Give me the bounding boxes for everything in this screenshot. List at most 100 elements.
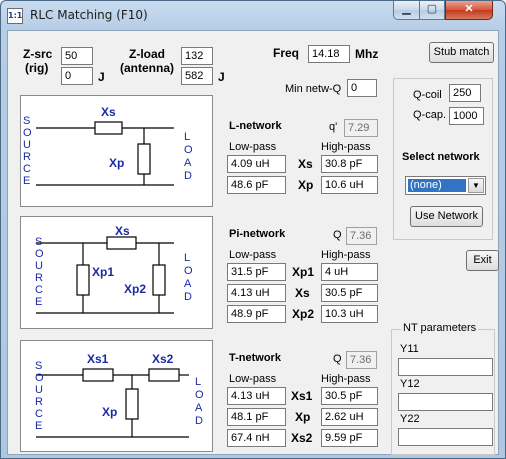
freq-label: Freq: [273, 46, 300, 60]
load-letter: L: [184, 252, 190, 264]
source-letter: O: [35, 372, 44, 384]
pi-xs-lowpass[interactable]: 4.13 uH: [227, 284, 286, 302]
l-xp-lowpass[interactable]: 48.6 pF: [227, 176, 286, 194]
load-letter: L: [184, 131, 190, 143]
l-xp-highpass[interactable]: 10.6 uH: [321, 176, 378, 194]
source-letter: E: [35, 296, 42, 308]
source-letter: S: [35, 360, 42, 372]
source-letters: S O U R C E: [35, 360, 44, 432]
load-letter: L: [195, 376, 201, 388]
l-lowpass-header: Low-pass: [229, 141, 277, 153]
t-xs2-highpass[interactable]: 9.59 pF: [321, 429, 378, 447]
t-network-schematic: Xs1 Xs2 Xp S O U R C E L O A D: [20, 340, 213, 452]
min-q-label: Min netw-Q: [285, 83, 342, 95]
exit-button[interactable]: Exit: [466, 250, 499, 271]
minimize-button[interactable]: ▁: [393, 1, 420, 20]
y22-field[interactable]: [398, 428, 493, 446]
l-diagram-xp-label: Xp: [109, 156, 124, 170]
zload-j-input[interactable]: 582: [181, 67, 213, 85]
pi-xs-highpass[interactable]: 30.5 pF: [321, 284, 378, 302]
pi-lowpass-header: Low-pass: [229, 249, 277, 261]
pi-highpass-header: High-pass: [321, 249, 371, 261]
load-letter: D: [184, 170, 192, 182]
source-letter: U: [35, 260, 43, 272]
source-letters: S O U R C E: [35, 236, 44, 308]
nt-parameters-title: NT parameters: [401, 322, 479, 334]
l-xs-lowpass[interactable]: 4.09 uH: [227, 155, 286, 173]
pi-xp2-highpass[interactable]: 10.3 uH: [321, 305, 378, 323]
freq-input[interactable]: 14.18: [308, 45, 350, 63]
maximize-button[interactable]: ▢: [419, 1, 445, 20]
load-letter: D: [184, 291, 192, 303]
l-diagram-xs-label: Xs: [101, 105, 116, 119]
window-title: RLC Matching (F10): [30, 8, 148, 22]
y12-field[interactable]: [398, 393, 493, 411]
zload-sublabel: (antenna): [120, 61, 174, 75]
source-letter: R: [35, 396, 43, 408]
source-letter: U: [35, 384, 43, 396]
stub-match-button[interactable]: Stub match: [429, 42, 494, 63]
min-q-input[interactable]: 0: [347, 79, 377, 97]
source-letter: E: [23, 175, 30, 187]
zsrc-sublabel: (rig): [25, 61, 49, 75]
source-letters: S O U R C E: [23, 115, 32, 187]
t-network-q-label: Q: [333, 353, 342, 365]
title-bar[interactable]: 1:1 RLC Matching (F10) ▁ ▢ ✕: [0, 0, 506, 30]
source-letter: U: [23, 139, 31, 151]
t-xp-label: Xp: [295, 410, 311, 424]
load-letter: O: [184, 265, 193, 277]
pi-network-title: Pi-network: [229, 228, 286, 240]
load-letter: O: [184, 144, 193, 156]
y12-label: Y12: [400, 378, 420, 390]
t-xs1-highpass[interactable]: 30.5 pF: [321, 387, 378, 405]
select-network-value: (none): [408, 179, 466, 192]
q-cap-input[interactable]: 1000: [449, 107, 484, 125]
app-icon: 1:1: [7, 8, 23, 24]
y11-field[interactable]: [398, 358, 493, 376]
pi-network-q-label: Q: [333, 229, 342, 241]
source-letter: C: [35, 284, 43, 296]
load-letters: L O A D: [184, 252, 193, 303]
l-xs-label: Xs: [298, 157, 313, 171]
load-letter: A: [195, 402, 203, 414]
t-diagram-xs1-label: Xs1: [87, 352, 109, 366]
source-letter: C: [23, 163, 31, 175]
q-coil-input[interactable]: 250: [449, 84, 481, 102]
t-xs2-lowpass[interactable]: 67.4 nH: [227, 429, 286, 447]
t-diagram-xp-label: Xp: [102, 405, 117, 419]
zsrc-label: Z-src: [23, 47, 53, 61]
load-letters: L O A D: [195, 376, 204, 427]
freq-unit: Mhz: [355, 47, 379, 61]
select-network-label: Select network: [402, 151, 480, 163]
t-network-title: T-network: [229, 352, 281, 364]
source-letter: S: [23, 115, 30, 127]
pi-diagram-xs-label: Xs: [115, 224, 130, 238]
t-xp-highpass[interactable]: 2.62 uH: [321, 408, 378, 426]
pi-xp2-lowpass[interactable]: 48.9 pF: [227, 305, 286, 323]
l-xs-highpass[interactable]: 30.8 pF: [321, 155, 378, 173]
close-button[interactable]: ✕: [445, 1, 493, 20]
l-network-schematic: Xs Xp S O U R C E L O A D: [20, 95, 213, 207]
t-xs1-lowpass[interactable]: 4.13 uH: [227, 387, 286, 405]
pi-diagram-xp2-label: Xp2: [124, 282, 146, 296]
select-network-dropdown[interactable]: (none) ▼: [405, 176, 486, 195]
pi-xp1-label: Xp1: [292, 265, 315, 279]
zsrc-r-input[interactable]: 50: [61, 47, 93, 65]
y22-label: Y22: [400, 413, 420, 425]
l-xp-label: Xp: [298, 178, 314, 192]
l-network-q-value: 7.29: [344, 119, 378, 137]
load-letter: D: [195, 415, 203, 427]
use-network-button[interactable]: Use Network: [410, 206, 483, 227]
zload-r-input[interactable]: 132: [181, 47, 213, 65]
source-letter: O: [35, 248, 44, 260]
zload-j-label: J: [218, 70, 225, 84]
zload-label: Z-load: [129, 47, 165, 61]
source-letter: O: [23, 127, 32, 139]
zsrc-j-input[interactable]: 0: [61, 67, 93, 85]
pi-xp1-lowpass[interactable]: 31.5 pF: [227, 263, 286, 281]
t-xp-lowpass[interactable]: 48.1 pF: [227, 408, 286, 426]
pi-network-q-value: 7.36: [346, 227, 377, 245]
load-letter: A: [184, 157, 192, 169]
chevron-down-icon[interactable]: ▼: [468, 178, 484, 193]
pi-xp1-highpass[interactable]: 4 uH: [321, 263, 378, 281]
